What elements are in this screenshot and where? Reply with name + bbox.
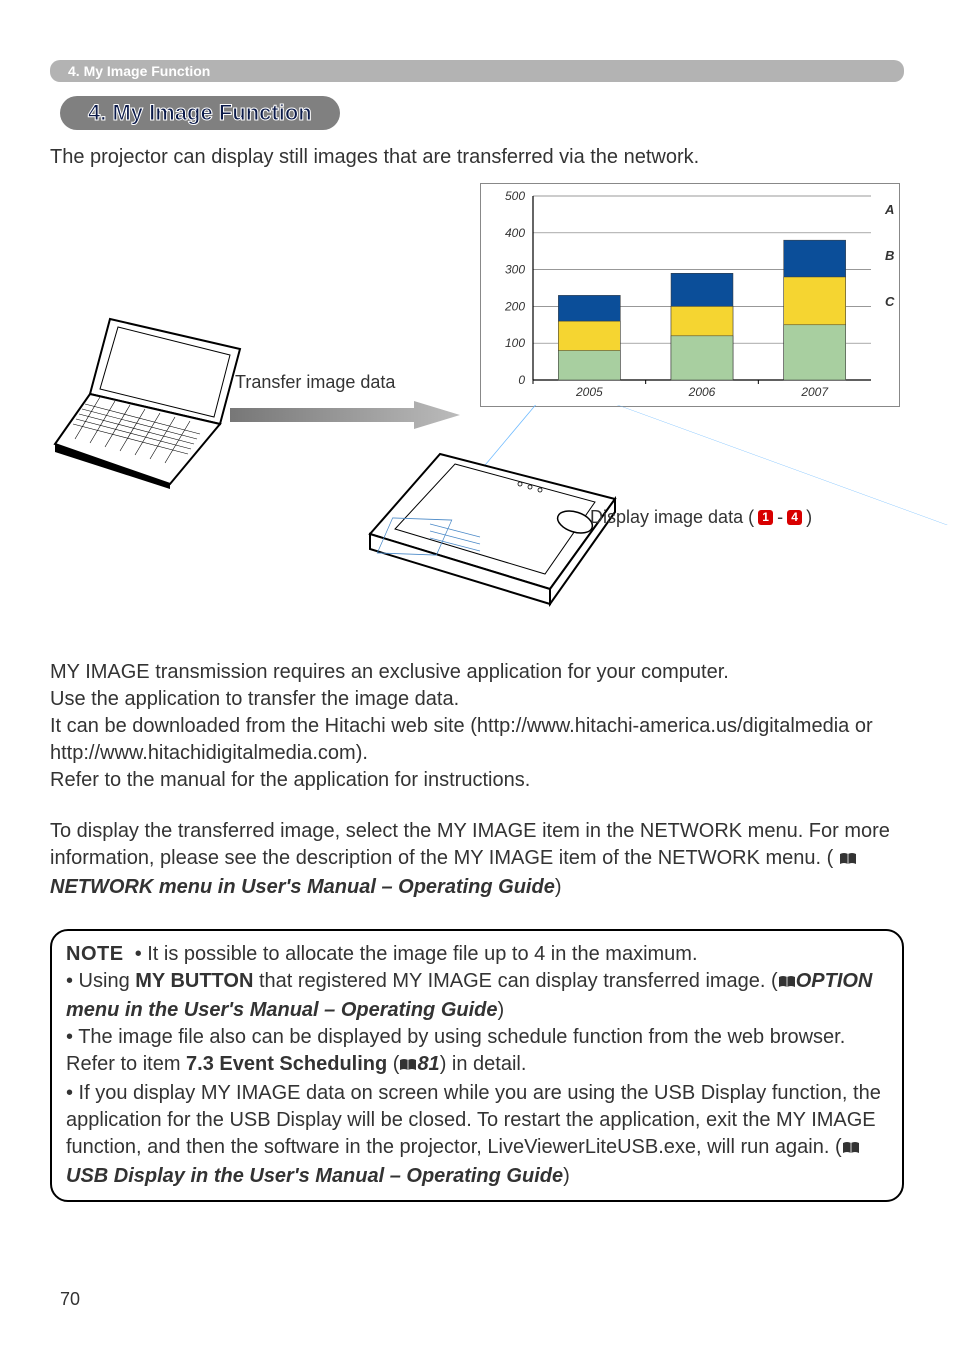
note-bullet-3c: ) in detail. [440,1053,527,1075]
display-label-suffix: ) [806,507,812,528]
svg-text:300: 300 [505,263,525,277]
page-number: 70 [60,1289,80,1310]
transfer-image-data-label: Transfer image data [235,372,395,393]
body-paragraph-1: MY IMAGE transmission requires an exclus… [50,659,904,794]
svg-text:100: 100 [505,336,525,350]
note-label: NOTE [66,943,124,965]
svg-text:200: 200 [504,299,525,313]
breadcrumb-text: 4. My Image Function [68,63,210,79]
badge-4: 4 [787,510,802,525]
note-bullet-1: • It is possible to allocate the image f… [135,943,698,965]
note-bullet-2c: ) [498,999,505,1021]
svg-text:2005: 2005 [575,385,603,399]
body-text-span: To display the transferred image, select… [50,820,890,869]
svg-text:2007: 2007 [800,385,829,399]
section-heading-text: 4. My Image Function [88,100,312,125]
note-box: NOTE • It is possible to allocate the im… [50,929,904,1202]
body-line: It can be downloaded from the Hitachi we… [50,715,873,764]
note-bullet-2b: that registered MY IMAGE can display tra… [253,970,777,992]
svg-text:A: A [884,202,894,217]
page-ref-81: 81 [417,1053,439,1075]
body-line: Use the application to transfer the imag… [50,688,459,710]
breadcrumb-bar: 4. My Image Function [50,60,904,82]
my-button-bold: MY BUTTON [135,970,253,992]
display-label-prefix: Display image data ( [590,507,754,528]
reference-network-menu: NETWORK menu in User's Manual – Operatin… [50,876,555,898]
reference-usb-display: USB Display in the User's Manual – Opera… [66,1165,563,1187]
svg-text:400: 400 [505,226,525,240]
event-scheduling-bold: 7.3 Event Scheduling [186,1053,387,1075]
book-icon [778,970,796,997]
bar-chart: 0 100 200 300 400 500 2005 2006 2007 A B C [481,184,899,406]
body-text-span: ) [555,876,562,898]
body-paragraph-2: To display the transferred image, select… [50,818,904,901]
book-icon [842,1136,860,1163]
svg-text:500: 500 [505,189,525,203]
body-line: Refer to the manual for the application … [50,769,530,791]
chart-panel: 0 100 200 300 400 500 2005 2006 2007 A B C [480,183,900,407]
display-image-data-label: Display image data ( 1 - 4 ) [590,507,812,528]
svg-text:C: C [885,294,895,309]
note-bullet-3b: ( [387,1053,399,1075]
book-icon [839,847,857,874]
note-bullet-2a: • Using [66,970,135,992]
svg-text:2006: 2006 [688,385,716,399]
body-line: MY IMAGE transmission requires an exclus… [50,661,729,683]
badge-1: 1 [758,510,773,525]
note-bullet-4b: ) [563,1165,570,1187]
note-bullet-4a: • If you display MY IMAGE data on screen… [66,1082,881,1158]
page: 4. My Image Function 4. My Image Functio… [0,0,954,1352]
laptop-illustration [50,309,260,489]
section-heading-pill: 4. My Image Function [60,96,340,130]
intro-paragraph: The projector can display still images t… [50,146,904,169]
display-label-dash: - [777,507,783,528]
book-icon [399,1053,417,1080]
svg-text:B: B [885,248,894,263]
diagram-area: Transfer image data 0 100 200 300 400 500 2005… [50,179,904,629]
svg-text:0: 0 [518,373,525,387]
